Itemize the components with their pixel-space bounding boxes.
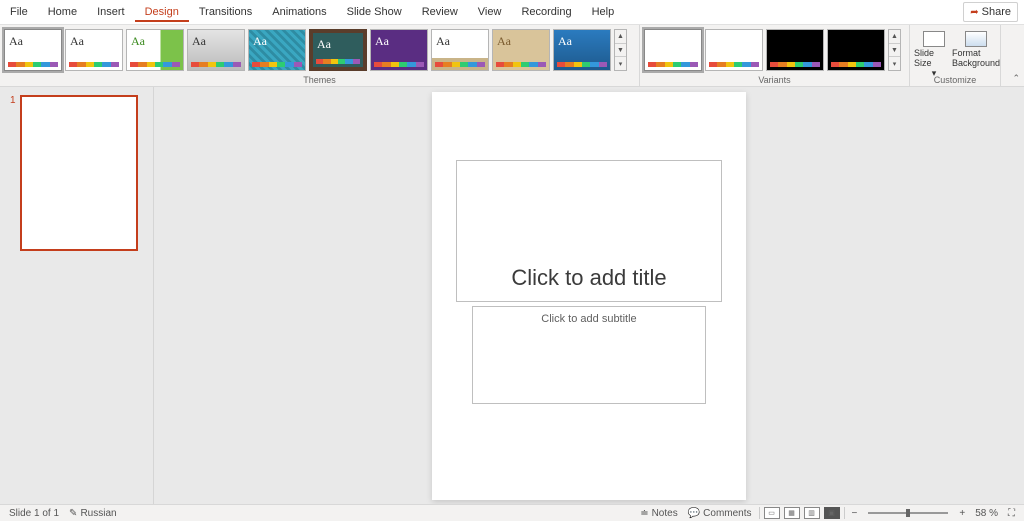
variants-group: ▲▼▾ Variants: [640, 25, 910, 86]
design-ribbon: Aa Aa Aa Aa Aa Aa Aa Aa Aa Aa ▲▼▾ Themes…: [0, 25, 1024, 87]
slide-thumbnail[interactable]: [20, 95, 138, 251]
chevron-up-icon: ▲: [615, 30, 626, 44]
notes-button[interactable]: ≐ Notes: [635, 505, 683, 521]
slideshow-view-button[interactable]: ▣: [824, 507, 840, 519]
themes-gallery: Aa Aa Aa Aa Aa Aa Aa Aa Aa Aa ▲▼▾: [4, 29, 635, 71]
theme-thumb[interactable]: Aa: [187, 29, 245, 71]
format-background-button[interactable]: Format Background: [956, 31, 996, 79]
menu-transitions[interactable]: Transitions: [189, 2, 262, 22]
variants-group-label: Variants: [640, 75, 909, 85]
theme-thumb[interactable]: Aa: [309, 29, 367, 71]
comments-icon: 💬: [688, 508, 700, 519]
dropdown-icon: ▾: [889, 57, 900, 70]
slide-counter[interactable]: Slide 1 of 1: [4, 505, 64, 521]
chevron-up-icon: ▲: [889, 30, 900, 44]
dropdown-icon: ▾: [615, 57, 626, 70]
zoom-level[interactable]: 58 %: [970, 505, 1003, 521]
themes-gallery-more[interactable]: ▲▼▾: [614, 29, 627, 71]
work-area: 1 Click to add title Click to add subtit…: [0, 87, 1024, 504]
slide-sorter-view-button[interactable]: ▦: [784, 507, 800, 519]
slide-canvas[interactable]: Click to add title Click to add subtitle: [432, 92, 746, 500]
chevron-down-icon: ▼: [889, 44, 900, 58]
menu-slideshow[interactable]: Slide Show: [337, 2, 412, 22]
variant-thumb[interactable]: [705, 29, 763, 71]
menu-file[interactable]: File: [0, 2, 38, 22]
zoom-slider[interactable]: [868, 512, 948, 514]
theme-thumb[interactable]: Aa: [553, 29, 611, 71]
status-bar: Slide 1 of 1 ✎ Russian ≐ Notes 💬 Comment…: [0, 504, 1024, 521]
share-button[interactable]: ➦ Share: [963, 2, 1018, 22]
language-status[interactable]: ✎ Russian: [64, 505, 122, 521]
menu-help[interactable]: Help: [582, 2, 625, 22]
title-placeholder[interactable]: Click to add title: [456, 160, 722, 302]
zoom-in-button[interactable]: +: [954, 505, 970, 521]
slide-editor[interactable]: Click to add title Click to add subtitle: [154, 87, 1024, 504]
themes-group: Aa Aa Aa Aa Aa Aa Aa Aa Aa Aa ▲▼▾ Themes: [0, 25, 640, 86]
variant-thumb[interactable]: [766, 29, 824, 71]
menubar: File Home Insert Design Transitions Anim…: [0, 0, 1024, 25]
slide-thumbnail-row: 1: [10, 95, 143, 251]
themes-group-label: Themes: [0, 75, 639, 85]
variant-thumb[interactable]: [644, 29, 702, 71]
collapse-ribbon-button[interactable]: ⌃: [1012, 73, 1020, 84]
customize-group: Slide Size▾ Format Background Customize: [910, 25, 1001, 86]
customize-group-label: Customize: [910, 75, 1000, 85]
reading-view-button[interactable]: ▥: [804, 507, 820, 519]
slide-panel[interactable]: 1: [0, 87, 154, 504]
share-icon: ➦: [970, 7, 978, 18]
variants-gallery-more[interactable]: ▲▼▾: [888, 29, 901, 71]
theme-thumb[interactable]: Aa: [248, 29, 306, 71]
share-label: Share: [982, 6, 1011, 18]
menu-view[interactable]: View: [468, 2, 512, 22]
fit-icon: ⛶: [1008, 508, 1015, 519]
theme-thumb[interactable]: Aa: [431, 29, 489, 71]
slide-size-icon: [923, 31, 945, 47]
theme-thumb[interactable]: Aa: [126, 29, 184, 71]
notes-icon: ≐: [640, 508, 648, 519]
zoom-slider-knob[interactable]: [906, 509, 910, 517]
theme-thumb[interactable]: Aa: [370, 29, 428, 71]
subtitle-placeholder[interactable]: Click to add subtitle: [472, 306, 706, 404]
variant-thumb[interactable]: [827, 29, 885, 71]
menu-animations[interactable]: Animations: [262, 2, 336, 22]
spellcheck-icon: ✎: [69, 508, 77, 519]
comments-button[interactable]: 💬 Comments: [683, 505, 757, 521]
fit-to-window-button[interactable]: ⛶: [1003, 505, 1020, 521]
zoom-out-button[interactable]: −: [847, 505, 863, 521]
slide-size-button[interactable]: Slide Size▾: [914, 31, 954, 79]
menu-recording[interactable]: Recording: [511, 2, 581, 22]
theme-thumb[interactable]: Aa: [4, 29, 62, 71]
menu-home[interactable]: Home: [38, 2, 87, 22]
normal-view-button[interactable]: ▭: [764, 507, 780, 519]
format-background-icon: [965, 31, 987, 47]
variants-gallery: ▲▼▾: [644, 29, 905, 71]
theme-thumb[interactable]: Aa: [65, 29, 123, 71]
theme-thumb[interactable]: Aa: [492, 29, 550, 71]
menu-review[interactable]: Review: [412, 2, 468, 22]
chevron-down-icon: ▼: [615, 44, 626, 58]
slide-number: 1: [10, 95, 16, 251]
menu-insert[interactable]: Insert: [87, 2, 135, 22]
menu-design[interactable]: Design: [135, 2, 189, 22]
